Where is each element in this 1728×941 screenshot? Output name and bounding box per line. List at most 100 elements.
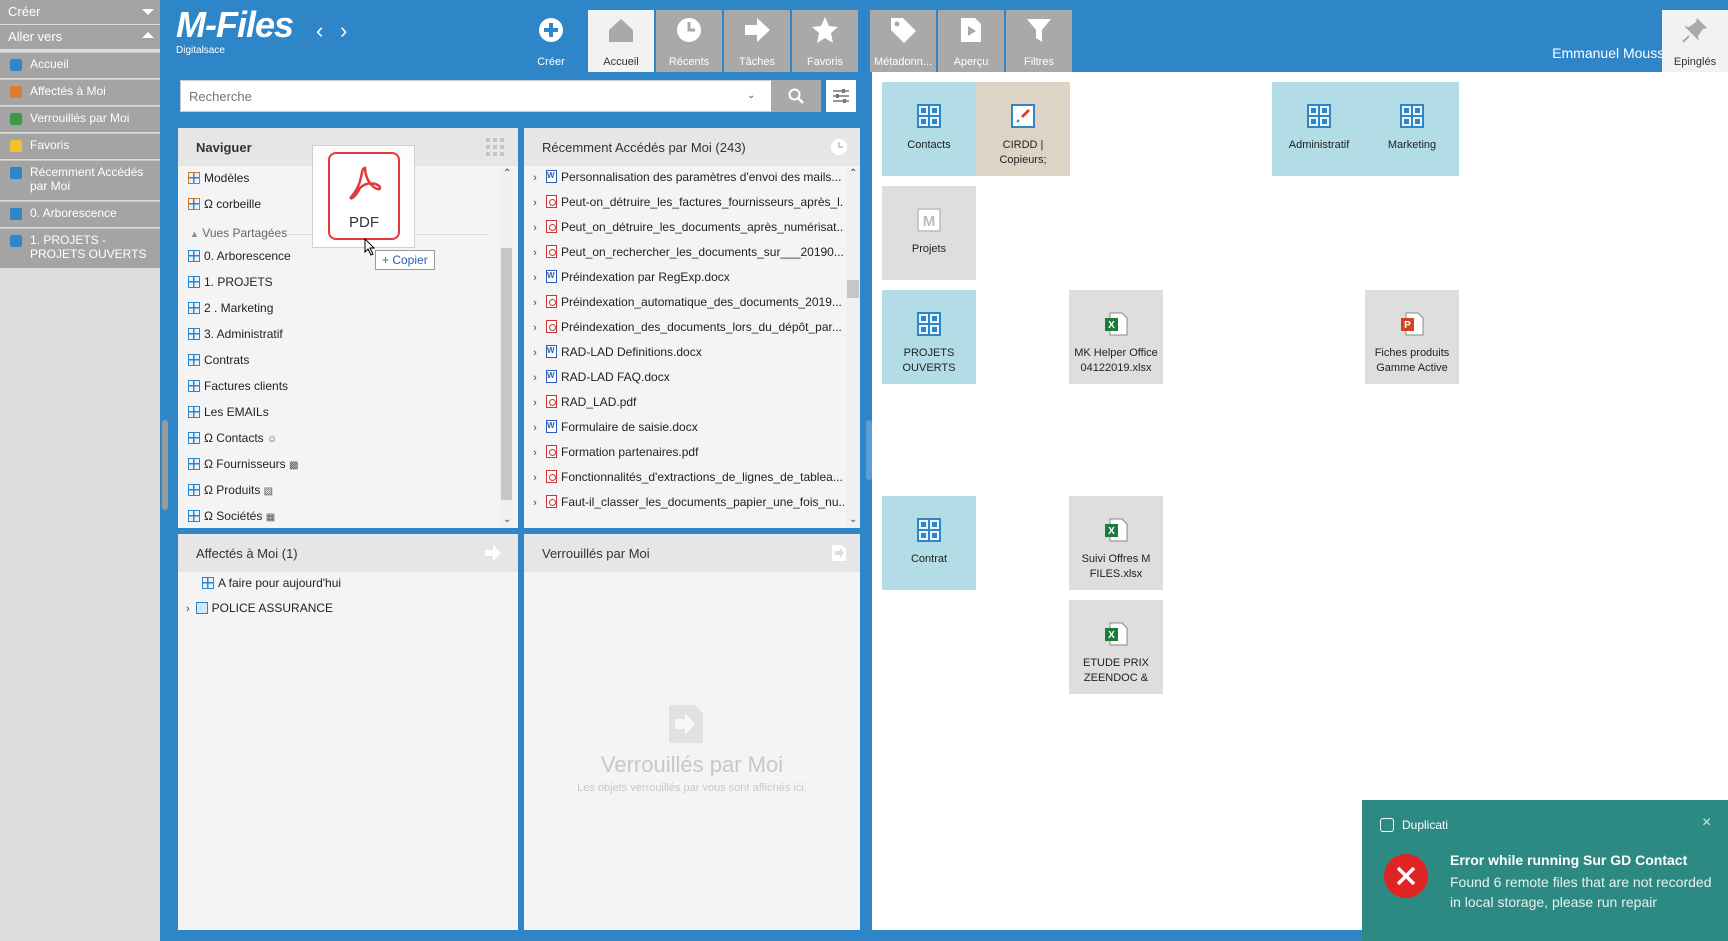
tab-favorites[interactable]: Favoris [792,10,858,72]
forward-arrow-icon[interactable]: › [340,18,347,44]
pinned-tile[interactable]: Contrat [882,496,976,590]
chevron-right-icon[interactable]: › [524,197,546,209]
create-button[interactable]: Créer [518,10,584,72]
tab-filters[interactable]: Filtres [1006,10,1072,72]
shared-views-group[interactable]: ▲ Vues Partagées [190,226,287,240]
list-item[interactable]: › Préindexation par RegExp.docx [524,270,844,284]
sidebar-item-favorites[interactable]: Favoris [0,133,160,159]
list-item[interactable]: Ω Fournisseurs ▩ [188,457,298,471]
list-item[interactable]: › Personnalisation des paramètres d'envoi… [524,170,844,184]
tab-tasks[interactable]: Tâches [724,10,790,72]
list-item[interactable]: 0. Arborescence [188,249,291,263]
goto-menu[interactable]: Aller vers [0,25,160,49]
list-item[interactable]: › Préindexation_des_documents_lors_du_dép… [524,320,844,334]
search-input[interactable] [181,81,761,111]
list-item[interactable]: › Fonctionnalités_d'extractions_de_lignes… [524,470,844,484]
chevron-right-icon: › [186,603,190,615]
search-button[interactable] [771,80,821,112]
user-name[interactable]: Emmanuel Moussu [1552,45,1672,61]
list-item[interactable]: › Faut-il_classer_les_documents_papier_un… [524,495,844,509]
close-icon[interactable]: × [1702,814,1711,832]
sidebar-item-home[interactable]: Accueil [0,52,160,78]
chevron-right-icon[interactable]: › [524,172,546,184]
tab-metadata[interactable]: Métadonn... [870,10,936,72]
pinned-tile[interactable]: X MK Helper Office 04122019.xlsx [1069,290,1163,384]
sidebar-item-projets[interactable]: 1. PROJETS - PROJETS OUVERTS [0,228,160,268]
list-item[interactable]: 2 . Marketing [188,301,273,315]
list-item[interactable]: Contrats [188,353,249,367]
pinned-tile[interactable]: Administratif [1272,82,1366,176]
search-options-button[interactable] [826,80,856,112]
chevron-right-icon[interactable]: › [524,472,546,484]
list-item[interactable]: › Peut-on_détruire_les_factures_fournisse… [524,195,844,209]
list-item[interactable]: 3. Administratif [188,327,283,341]
list-item[interactable]: Ω Contacts ☺ [188,431,277,445]
pinned-tile[interactable]: Contacts [882,82,976,176]
scrollbar-thumb[interactable] [847,280,859,298]
pinned-tile[interactable]: CIRDD | Copieurs; [976,82,1070,176]
assigned-header: Affectés à Moi (1) [178,534,518,572]
word-file-icon [546,370,557,383]
pdf-file-icon [546,220,557,233]
list-item[interactable]: › RAD-LAD Definitions.docx [524,345,844,359]
list-item[interactable]: A faire pour aujourd'hui [202,576,341,590]
tab-pinned[interactable]: Epinglés [1662,10,1728,72]
chevron-right-icon[interactable]: › [524,372,546,384]
list-item[interactable]: › Peut_on_rechercher_les_documents_sur___… [524,245,844,259]
back-arrow-icon[interactable]: ‹ [316,18,323,44]
sidebar-item-recent[interactable]: Récemment Accédés par Moi [0,160,160,200]
scrollbar[interactable]: ⌃ ⌄ [846,168,860,528]
sidebar-item-assigned[interactable]: Affectés à Moi [0,79,160,105]
sidebar-splitter-handle[interactable] [162,420,168,510]
list-item[interactable]: Modèles [188,171,249,185]
scrollbar[interactable]: ⌃ ⌄ [499,168,514,528]
list-item[interactable]: › Formulaire de saisie.docx [524,420,844,434]
list-item[interactable]: › RAD-LAD FAQ.docx [524,370,844,384]
tab-preview[interactable]: Aperçu [938,10,1004,72]
pinned-tile[interactable]: Marketing [1365,82,1459,176]
chevron-right-icon[interactable]: › [524,497,546,509]
chevron-right-icon[interactable]: › [524,322,546,334]
list-item[interactable]: Ω Sociétés ▦ [188,509,275,523]
apps-grid-icon[interactable] [486,138,504,156]
pinned-tile[interactable]: X ETUDE PRIX ZEENDOC & [1069,600,1163,694]
chevron-right-icon[interactable]: › [524,422,546,434]
create-menu[interactable]: Créer [0,0,160,24]
chevron-right-icon[interactable]: › [524,397,546,409]
pinned-tile[interactable]: P Fiches produits Gamme Active [1365,290,1459,384]
list-item[interactable]: › POLICE ASSURANCE [186,601,333,615]
tab-recent[interactable]: Récents [656,10,722,72]
chevron-right-icon[interactable]: › [524,347,546,359]
list-item[interactable]: › Formation partenaires.pdf [524,445,844,459]
list-item[interactable]: 1. PROJETS [188,275,273,289]
list-item[interactable]: Ω corbeille [188,197,261,211]
list-item[interactable]: Les EMAILs [188,405,269,419]
chevron-right-icon[interactable]: › [524,297,546,309]
sidebar-item-arborescence[interactable]: 0. Arborescence [0,201,160,227]
chevron-right-icon[interactable]: › [524,272,546,284]
mouse-cursor-icon [364,238,376,256]
notification-toast[interactable]: Duplicati × Error while running Sur GD C… [1362,800,1728,941]
truck-icon: ▩ [289,460,299,471]
chevron-right-icon[interactable]: › [524,222,546,234]
tab-home[interactable]: Accueil [588,10,654,72]
sidebar-item-locked[interactable]: Verrouillés par Moi [0,106,160,132]
list-item[interactable]: › Peut_on_détruire_les_documents_après_nu… [524,220,844,234]
list-item-label: Faut-il_classer_les_documents_papier_une… [561,495,844,509]
chevron-right-icon[interactable]: › [524,447,546,459]
pinned-tile[interactable]: PROJETS OUVERTS [882,290,976,384]
chevron-right-icon[interactable]: › [524,247,546,259]
pinned-tile[interactable]: M Projets [882,186,976,280]
list-item[interactable]: › Préindexation_automatique_des_documents… [524,295,844,309]
trash-view-icon [188,198,200,210]
pinned-tile[interactable]: X Suivi Offres M FILES.xlsx [1069,496,1163,590]
list-item[interactable]: Factures clients [188,379,288,393]
toast-app-name: Duplicati [1402,818,1449,832]
list-item[interactable]: Ω Produits ▧ [188,483,273,497]
tab-preview-label: Aperçu [953,56,989,68]
list-item-label: Formation partenaires.pdf [561,445,699,459]
chevron-down-icon[interactable]: ⌄ [747,90,755,101]
scrollbar-thumb[interactable] [501,248,512,500]
list-item[interactable]: › RAD_LAD.pdf [524,395,844,409]
svg-text:X: X [1108,526,1115,537]
